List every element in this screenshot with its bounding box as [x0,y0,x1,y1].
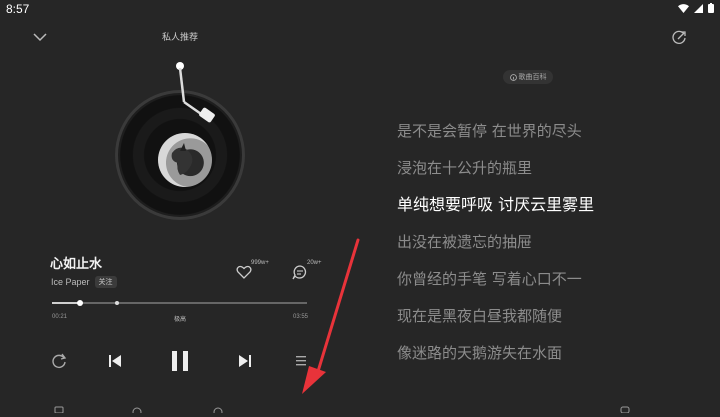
progress-bar[interactable] [52,300,307,306]
quality-label[interactable]: 极高 [168,314,192,323]
comment-count: 20w+ [307,260,322,266]
play-pause-button[interactable] [166,346,194,376]
bottom-nav-icon[interactable] [213,398,227,417]
lyric-line: 你曾经的手笔 写着心口不一 [397,270,582,288]
buffer-marker [115,301,120,305]
album-cover [158,133,212,187]
playlist-icon [296,356,306,366]
follow-button[interactable]: 关注 [94,276,117,288]
page-title: 私人推荐 [161,33,198,43]
total-time: 03:55 [292,314,308,320]
like-button[interactable]: 999w+ [236,260,270,282]
repeat-icon [52,353,67,368]
like-count: 999w+ [251,260,269,266]
lyric-line: 像迷路的天鹅游失在水面 [397,344,563,362]
progress-thumb[interactable] [77,300,84,306]
bottom-nav-icon[interactable] [54,398,68,414]
top-bar: 私人推荐 [0,20,720,56]
status-time: 8:57 [6,2,30,16]
share-button[interactable] [668,27,690,49]
wifi-icon [678,3,689,13]
status-bar: 8:57 [0,0,720,20]
song-wiki-button[interactable]: 歌曲百科 [503,70,553,84]
next-icon [239,355,251,367]
collapse-button[interactable] [30,28,50,46]
lyric-line: 浸泡在十公升的瓶里 [397,159,533,177]
current-time: 00:21 [52,314,68,320]
lyric-line: 是不是会暂停 在世界的尽头 [397,122,582,140]
lyric-line: 出没在被遗忘的抽屉 [397,233,533,251]
artist-row: Ice Paper 关注 [51,276,117,288]
battery-icon [708,3,714,13]
bottom-nav-icon[interactable] [620,398,634,414]
comment-icon [292,265,307,280]
comment-button[interactable]: 20w+ [292,260,326,282]
lyrics-panel[interactable]: 是不是会暂停 在世界的尽头 浸泡在十公升的瓶里 单纯想要呼吸 讨厌云里雾里 出没… [397,117,697,376]
previous-icon [109,355,121,367]
status-icons [678,3,714,13]
share-icon [672,30,686,44]
tonearm [176,62,215,123]
lyric-line: 现在是黑夜白昼我都随便 [397,307,563,325]
lyric-line: 单纯想要呼吸 讨厌云里雾里 [397,195,595,214]
pause-icon [172,351,188,371]
signal-icon [694,3,703,13]
chevron-down-icon [33,32,47,41]
loop-button[interactable] [48,350,70,372]
song-wiki-label: 歌曲百科 [518,73,547,81]
playlist-button[interactable] [290,350,312,372]
heart-icon [236,265,252,279]
info-icon [509,73,517,81]
song-title: 心如止水 [50,257,103,272]
previous-button[interactable] [104,350,126,372]
progress-fill [52,302,81,304]
artist-name[interactable]: Ice Paper [51,277,90,287]
next-button[interactable] [234,350,256,372]
bottom-nav-icon[interactable] [132,398,146,417]
